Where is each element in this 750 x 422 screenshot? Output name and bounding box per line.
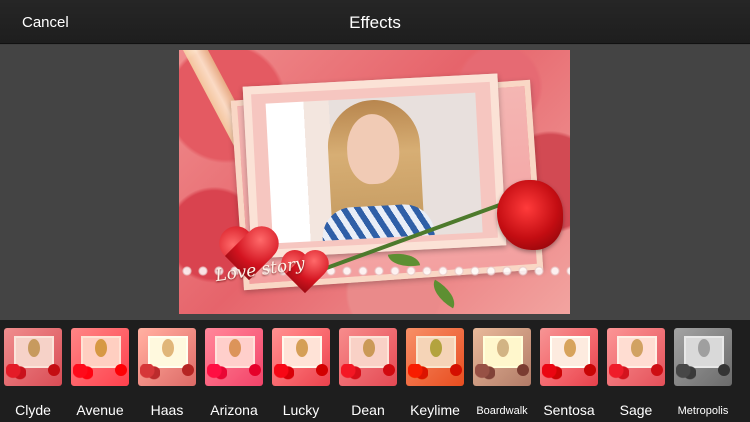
filter-thumbnail[interactable] <box>674 328 732 386</box>
filter-label: Lucky <box>282 402 320 418</box>
rose-icon <box>517 364 529 376</box>
filter-label: Clyde <box>15 402 51 418</box>
filter-item[interactable]: Clyde <box>0 328 66 418</box>
photo-preview[interactable]: Love story <box>179 50 570 314</box>
filter-label: Avenue <box>76 402 124 418</box>
thumb-face <box>430 339 442 357</box>
heart-icon <box>207 364 227 380</box>
thumb-face <box>162 339 174 357</box>
filter-item[interactable]: Metropolis <box>670 328 736 418</box>
thumb-face <box>564 339 576 357</box>
rose-icon <box>115 364 127 376</box>
thumb-face <box>95 339 107 357</box>
filter-thumbnail[interactable] <box>4 328 62 386</box>
filter-label: Dean <box>351 402 385 418</box>
top-toolbar: Cancel Effects <box>0 0 750 44</box>
filter-label: Keylime <box>410 402 460 418</box>
heart-icon <box>676 364 696 380</box>
heart-icon <box>6 364 26 380</box>
rose-icon <box>651 364 663 376</box>
filter-item[interactable]: Boardwalk <box>469 328 535 418</box>
leaf-icon <box>427 279 461 309</box>
filter-item[interactable]: Lucky <box>268 328 334 418</box>
heart-icon <box>609 364 629 380</box>
rose-icon <box>497 180 563 250</box>
filter-item[interactable]: Arizona <box>201 328 267 418</box>
heart-icon <box>140 364 160 380</box>
filter-thumbnail[interactable] <box>607 328 665 386</box>
filter-item[interactable]: Haas <box>134 328 200 418</box>
heart-icon <box>408 364 428 380</box>
filter-label: Metropolis <box>677 405 729 417</box>
thumb-face <box>296 339 308 357</box>
filter-thumbnail[interactable] <box>339 328 397 386</box>
heart-icon <box>341 364 361 380</box>
heart-icon <box>274 364 294 380</box>
filter-thumbnail[interactable] <box>406 328 464 386</box>
filter-label: Sentosa <box>543 402 595 418</box>
rose-icon <box>584 364 596 376</box>
heart-icon <box>475 364 495 380</box>
filter-thumbnail[interactable] <box>71 328 129 386</box>
filter-label: Sage <box>619 402 653 418</box>
rose-icon <box>718 364 730 376</box>
heart-icon <box>73 364 93 380</box>
filter-label: Haas <box>150 402 184 418</box>
filter-strip: Clyde Avenue Haas Arizona Lucky Dean Keylime Bo… <box>0 320 750 422</box>
rose-icon <box>316 364 328 376</box>
filter-item[interactable]: Keylime <box>402 328 468 418</box>
photo-frame <box>242 73 507 259</box>
rose-icon <box>249 364 261 376</box>
filter-label: Arizona <box>210 402 258 418</box>
filter-item[interactable]: Avenue <box>67 328 133 418</box>
filter-thumbnail[interactable] <box>473 328 531 386</box>
filter-thumbnail[interactable] <box>540 328 598 386</box>
thumb-face <box>698 339 710 357</box>
heart-icon <box>542 364 562 380</box>
filter-thumbnail[interactable] <box>272 328 330 386</box>
thumb-face <box>497 339 509 357</box>
filter-thumbnail[interactable] <box>205 328 263 386</box>
rose-icon <box>182 364 194 376</box>
thumb-face <box>631 339 643 357</box>
rose-icon <box>383 364 395 376</box>
thumb-face <box>363 339 375 357</box>
filter-item[interactable]: Sentosa <box>536 328 602 418</box>
filter-label: Boardwalk <box>476 405 528 417</box>
thumb-face <box>28 339 40 357</box>
rose-icon <box>48 364 60 376</box>
rose-icon <box>450 364 462 376</box>
filter-item[interactable]: Dean <box>335 328 401 418</box>
page-title: Effects <box>349 13 401 32</box>
filter-item[interactable]: Sage <box>603 328 669 418</box>
thumb-face <box>229 339 241 357</box>
filter-thumbnail[interactable] <box>138 328 196 386</box>
